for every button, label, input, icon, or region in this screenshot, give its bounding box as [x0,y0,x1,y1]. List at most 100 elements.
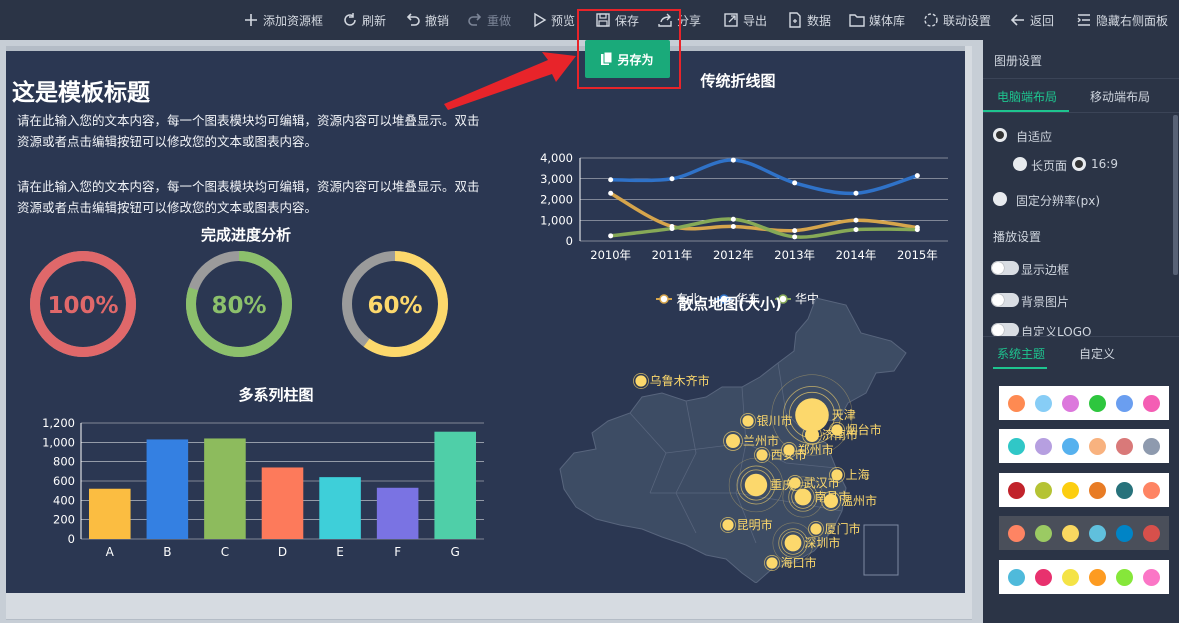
data-icon [787,12,803,28]
x-tick-label: E [336,545,344,559]
folder-icon [849,12,865,28]
plus-icon [243,12,259,28]
right-settings-panel: 图册设置 电脑端布局 移动端布局 自适应 长页面 16:9 固定分辨率(px) … [983,40,1179,623]
tab-custom-theme[interactable]: 自定义 [1079,345,1115,362]
toolbar-button[interactable]: 隐藏右侧面板 [1076,0,1168,40]
donut-gauge: 100% [30,251,136,357]
x-tick-label: 2013年 [774,248,815,262]
toolbar-button[interactable]: 添加资源框 [243,0,323,40]
toolbar-button[interactable]: 导出 [723,0,767,40]
data-point [608,190,614,196]
bar [146,439,189,539]
color-swatch [1062,394,1079,412]
series-line [609,191,918,233]
data-point [914,227,920,233]
city-label: 昆明市 [737,517,773,532]
y-tick-label: 0 [68,532,75,546]
color-swatch [1035,568,1052,586]
text-block-2[interactable]: 请在此输入您的文本内容，每一个图表模块均可编辑，资源内容可以堆叠显示。双击资源或… [17,176,487,218]
toolbar-button[interactable]: 刷新 [342,0,386,40]
bar [204,438,246,539]
city-dot [742,415,754,427]
line-chart[interactable]: 0 1,000 2,000 3,000 4,000 2010年 2011年 2012年 2013… [531,96,961,306]
color-swatch [1062,437,1079,455]
data-point [669,226,675,232]
city-marker: 温州市 [821,491,877,511]
x-tick-label: 2012年 [713,248,754,262]
tab-system-theme[interactable]: 系统主题 [997,345,1045,362]
theme-palette[interactable] [999,429,1169,463]
bar [434,431,476,539]
theme-palette[interactable] [999,560,1169,594]
toggle-background-image[interactable] [991,293,1019,307]
ratio-label: 16:9 [1091,157,1118,171]
pointer-arrow [444,52,576,110]
city-dot [766,557,778,569]
color-swatch [1089,394,1106,412]
y-tick-label: 200 [53,513,75,527]
color-swatch [1035,394,1052,412]
color-swatch [1008,437,1025,455]
x-tick-label: G [451,545,460,559]
theme-palette[interactable] [999,516,1169,550]
color-swatch [1143,524,1160,542]
toggle-label: 背景图片 [1021,295,1070,309]
bar-chart[interactable]: 0 200 400 600 800 1,000 1,200 A B C D E F G [16,411,486,561]
radio-fixed-resolution[interactable] [993,192,1007,206]
toolbar-button[interactable]: 媒体库 [849,0,905,40]
radio-ratio-16-9[interactable] [1072,157,1086,171]
color-swatch [1116,437,1133,455]
toolbar-button-label: 预览 [551,13,576,28]
toggle-show-border[interactable] [991,261,1019,275]
city-dot [824,494,838,508]
export-icon [723,12,739,28]
theme-palette[interactable] [999,386,1169,420]
donut-label: 100% [47,293,118,319]
toggle-custom-logo[interactable] [991,323,1019,337]
toolbar-button[interactable]: 联动设置 [923,0,991,40]
toolbar-button-label: 返回 [1030,13,1055,28]
x-tick-label: A [106,545,115,559]
toolbar-button-label: 媒体库 [869,13,906,28]
bar [376,487,419,539]
long-page-label: 长页面 [1031,159,1068,173]
radio-long-page[interactable] [1013,157,1027,171]
data-point [792,234,798,240]
editor-workspace: 这是模板标题 请在此输入您的文本内容，每一个图表模块均可编辑，资源内容可以堆叠显… [0,40,983,623]
tab-desktop-layout[interactable]: 电脑端布局 [997,88,1057,105]
tab-mobile-layout[interactable]: 移动端布局 [1090,88,1150,105]
city-label: 兰州市 [743,433,779,448]
scatter-map-chart[interactable]: 乌鲁木齐市银川市天津烟台市兰州市济南市西安市郑州市上海重庆武汉市南昌市温州市昆明… [546,293,956,583]
progress-donut-chart[interactable]: 100% 80% 60% [26,251,466,371]
horizontal-scrollbar[interactable] [6,593,972,619]
donut-label: 80% [211,293,266,319]
slide-canvas[interactable]: 这是模板标题 请在此输入您的文本内容，每一个图表模块均可编辑，资源内容可以堆叠显… [6,51,965,593]
radio-adaptive[interactable] [993,128,1007,142]
series-line [610,158,918,196]
play-icon [531,12,547,28]
color-swatch [1062,568,1079,586]
toolbar-button[interactable]: 数据 [787,0,831,40]
city-dot [783,444,795,456]
y-tick-label: 1,200 [42,416,75,430]
city-marker: 乌鲁木齐市 [633,373,710,389]
theme-palette[interactable] [999,473,1169,507]
text-block-1[interactable]: 请在此输入您的文本内容，每一个图表模块均可编辑，资源内容可以堆叠显示。双击资源或… [17,110,487,152]
bar [261,467,304,539]
x-tick-label: C [221,545,229,559]
city-dot [794,488,812,506]
vertical-scrollbar[interactable] [965,46,972,593]
page-title[interactable]: 这是模板标题 [12,73,150,107]
panel-scrollbar[interactable] [1173,115,1178,275]
toolbar-button-label: 添加资源框 [263,13,324,28]
color-swatch [1116,394,1133,412]
toolbar-button[interactable]: 返回 [1010,0,1054,40]
color-swatch [1062,524,1079,542]
city-label: 银川市 [757,413,793,428]
city-label: 海口市 [781,555,817,570]
toolbar-button-label: 导出 [743,13,768,28]
city-dot [726,434,740,448]
color-swatch [1008,524,1025,542]
color-swatch [1089,437,1106,455]
bar [319,477,361,539]
